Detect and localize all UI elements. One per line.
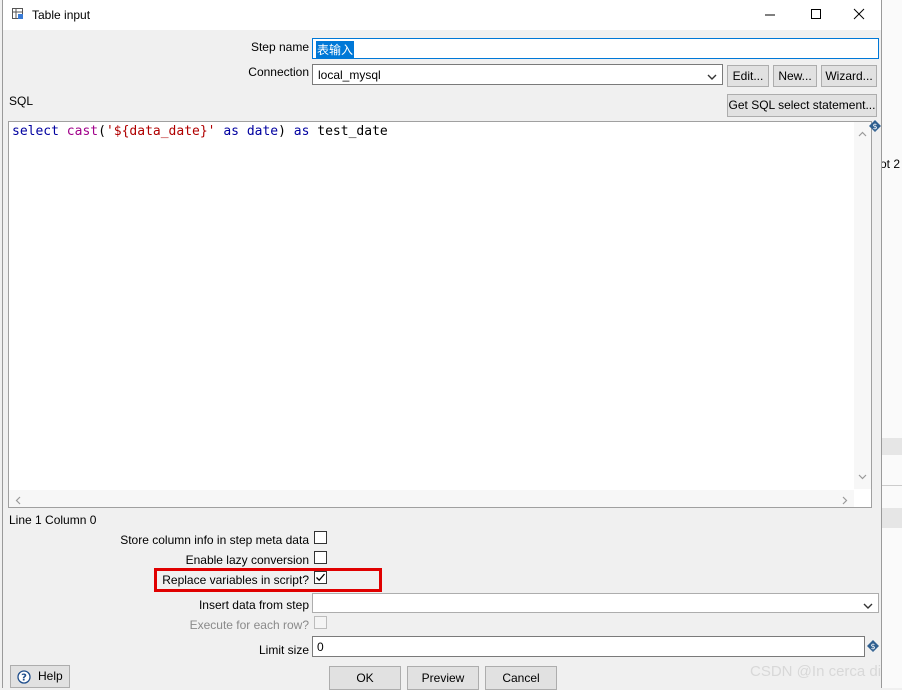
svg-text:$: $ xyxy=(870,642,875,651)
scroll-up-icon[interactable] xyxy=(858,126,867,140)
execute-each-row-label: Execute for each row? xyxy=(189,618,309,632)
help-icon: ? xyxy=(17,670,31,684)
minimize-button[interactable] xyxy=(747,0,793,30)
sql-keyword-as: as xyxy=(223,124,239,139)
chevron-down-icon xyxy=(863,599,873,613)
wizard-button[interactable]: Wizard... xyxy=(821,65,877,87)
vertical-scrollbar[interactable] xyxy=(854,122,871,489)
watermark: CSDN @In cerca di xyxy=(750,663,882,680)
sql-keyword-as: as xyxy=(293,124,310,139)
sql-paren-open: ( xyxy=(98,124,106,139)
sql-paren-close: ) xyxy=(278,124,286,139)
sql-type-date: date xyxy=(246,124,279,139)
limit-size-value: 0 xyxy=(317,640,324,654)
maximize-button[interactable] xyxy=(793,0,839,30)
lazy-conversion-label: Enable lazy conversion xyxy=(185,553,309,567)
connection-label: Connection xyxy=(248,65,309,79)
connection-value: local_mysql xyxy=(318,68,381,82)
variable-diamond-icon[interactable]: $ xyxy=(869,120,881,135)
step-name-value: 表输入 xyxy=(316,41,355,58)
limit-size-label: Limit size xyxy=(258,643,309,657)
svg-text:?: ? xyxy=(21,673,27,684)
background-app-panel xyxy=(880,0,902,688)
scroll-down-icon[interactable] xyxy=(858,469,867,483)
background-divider xyxy=(882,485,902,486)
minimize-icon xyxy=(765,14,775,16)
title-bar: Table input xyxy=(3,0,881,30)
variable-diamond-icon[interactable]: $ xyxy=(867,640,879,655)
insert-data-label: Insert data from step xyxy=(198,598,309,612)
help-button[interactable]: ? Help xyxy=(10,665,70,688)
step-name-input[interactable]: 表输入 xyxy=(312,38,879,59)
sql-function-cast: cast xyxy=(66,124,99,139)
dialog-window: Table input Step name 表输入 Connection loc… xyxy=(2,0,882,690)
get-sql-button[interactable]: Get SQL select statement... xyxy=(727,94,877,117)
close-icon xyxy=(853,8,865,20)
new-connection-button[interactable]: New... xyxy=(773,65,817,87)
sql-label: SQL xyxy=(9,94,34,108)
edit-connection-button[interactable]: Edit... xyxy=(727,65,769,87)
execute-each-row-checkbox xyxy=(314,616,327,629)
sql-alias: test_date xyxy=(317,124,388,139)
background-divider xyxy=(882,438,902,455)
chevron-down-icon xyxy=(707,70,717,84)
horizontal-scrollbar[interactable] xyxy=(9,490,854,507)
table-input-icon xyxy=(12,8,24,20)
limit-size-input[interactable]: 0 xyxy=(312,636,865,657)
close-button[interactable] xyxy=(837,0,881,30)
scroll-right-icon[interactable] xyxy=(842,494,848,508)
step-name-label: Step name xyxy=(250,40,309,54)
store-column-label: Store column info in step meta data xyxy=(120,533,309,547)
sql-editor[interactable]: select cast('${data_date}' as date) as t… xyxy=(8,121,872,508)
preview-button[interactable]: Preview xyxy=(407,666,479,690)
background-partial-text: ot 2 xyxy=(880,157,901,171)
highlight-annotation-box xyxy=(154,568,382,592)
background-divider xyxy=(882,508,902,528)
insert-data-select[interactable] xyxy=(312,593,879,613)
sql-string-literal: '${data_date}' xyxy=(105,124,216,139)
scroll-left-icon[interactable] xyxy=(15,494,21,508)
help-button-label: Help xyxy=(38,669,63,683)
store-column-checkbox[interactable] xyxy=(314,531,327,544)
window-title: Table input xyxy=(32,8,91,22)
sql-code-line: select cast('${data_date}' as date) as t… xyxy=(12,124,388,139)
sql-keyword-select: select xyxy=(12,124,59,139)
ok-button[interactable]: OK xyxy=(329,666,401,690)
connection-select[interactable]: local_mysql xyxy=(312,64,723,85)
maximize-icon xyxy=(811,9,821,19)
lazy-conversion-checkbox[interactable] xyxy=(314,551,327,564)
svg-text:$: $ xyxy=(872,122,877,131)
cursor-position-status: Line 1 Column 0 xyxy=(9,513,97,527)
cancel-button[interactable]: Cancel xyxy=(485,666,557,690)
